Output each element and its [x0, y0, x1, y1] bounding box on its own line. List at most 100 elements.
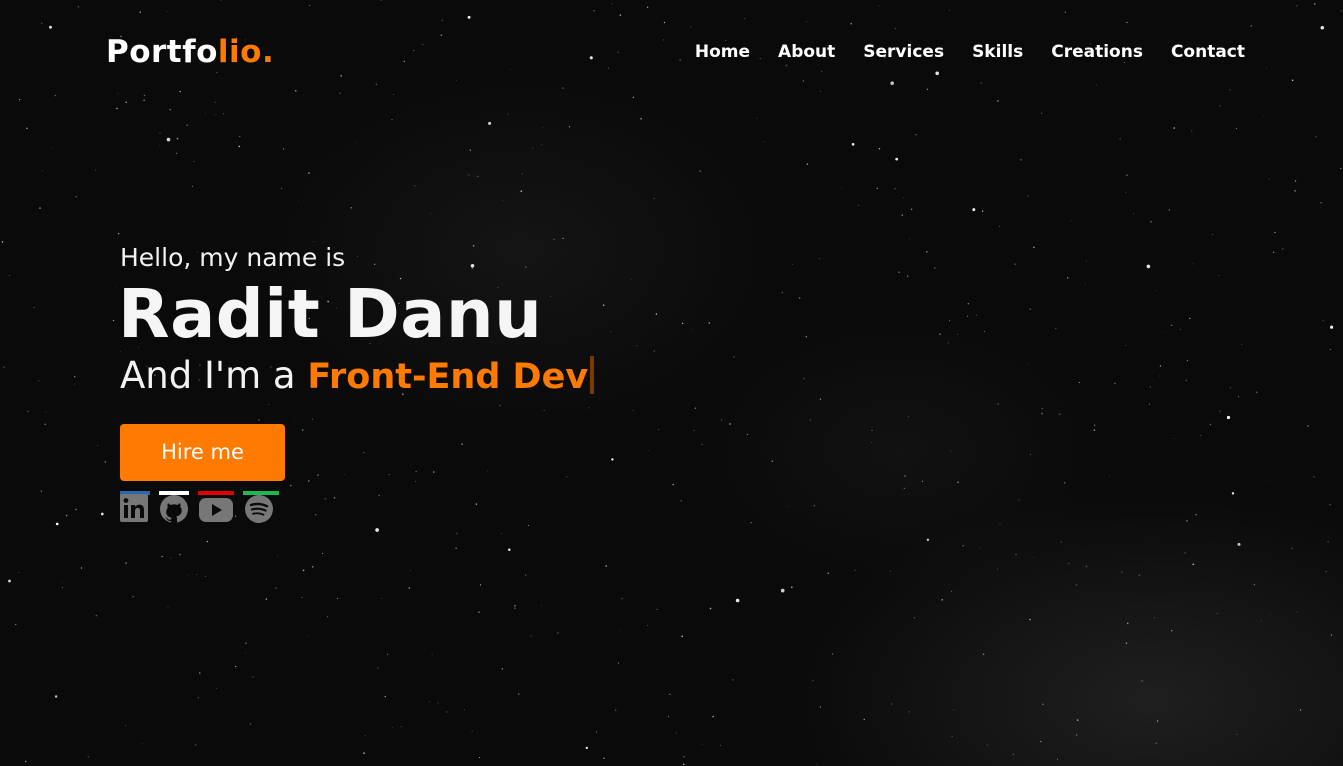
star: [972, 208, 976, 212]
star: [456, 79, 458, 81]
star: [530, 635, 532, 637]
nav-item-contact[interactable]: Contact: [1171, 38, 1245, 66]
star: [44, 423, 46, 425]
star: [813, 505, 815, 507]
star: [409, 570, 411, 571]
star: [1209, 423, 1212, 426]
star: [653, 197, 655, 200]
star: [903, 487, 905, 489]
star: [902, 197, 904, 199]
nav-item-home[interactable]: Home: [695, 38, 750, 66]
star: [672, 483, 674, 486]
star: [680, 500, 682, 502]
star: [746, 433, 748, 435]
nav-item-creations[interactable]: Creations: [1051, 38, 1143, 66]
star: [541, 604, 543, 606]
star: [1058, 413, 1061, 415]
star: [1041, 408, 1043, 410]
star: [41, 170, 43, 172]
star: [283, 148, 285, 150]
star: [827, 572, 829, 574]
star: [403, 60, 406, 63]
nav-item-about[interactable]: About: [778, 38, 835, 66]
star: [951, 736, 953, 738]
star: [907, 415, 909, 417]
star: [104, 461, 107, 463]
star: [658, 429, 660, 431]
nav-item-services[interactable]: Services: [863, 38, 944, 66]
star: [391, 119, 393, 120]
star: [1, 241, 4, 243]
star: [186, 124, 188, 126]
star: [297, 201, 299, 202]
star: [1330, 634, 1333, 636]
star: [1268, 481, 1270, 483]
star: [440, 34, 443, 37]
spotify-icon: [245, 495, 273, 523]
star: [1296, 611, 1298, 613]
star: [380, 0, 382, 1]
hire-me-button[interactable]: Hire me: [120, 424, 285, 481]
star: [750, 522, 752, 524]
star: [926, 88, 929, 90]
star: [1195, 513, 1197, 516]
star: [701, 443, 703, 445]
star: [1020, 159, 1022, 161]
star: [166, 137, 171, 142]
star: [488, 121, 492, 125]
star: [377, 667, 379, 669]
star: [1237, 542, 1241, 546]
star: [1327, 541, 1329, 543]
star: [898, 271, 900, 273]
star: [391, 727, 393, 729]
star: [213, 114, 215, 116]
site-logo[interactable]: Portfolio.: [106, 30, 274, 74]
linkedin-link[interactable]: [120, 491, 150, 523]
star: [1109, 474, 1110, 476]
star: [194, 744, 197, 746]
star: [805, 336, 807, 338]
star: [308, 172, 310, 174]
star: [646, 6, 649, 8]
spotify-link[interactable]: [243, 491, 279, 523]
star: [950, 590, 953, 593]
star: [596, 731, 598, 733]
star: [507, 113, 509, 115]
star: [1014, 263, 1016, 265]
star: [1096, 84, 1098, 86]
star: [73, 375, 76, 378]
star: [819, 706, 822, 708]
star: [732, 679, 734, 681]
star: [38, 380, 40, 382]
hero-greeting: Hello, my name is: [120, 243, 346, 272]
star: [1040, 740, 1042, 743]
star: [179, 553, 181, 556]
youtube-link[interactable]: [198, 491, 234, 523]
star: [1155, 289, 1157, 291]
star: [275, 587, 277, 589]
star: [1018, 499, 1020, 501]
star: [729, 423, 731, 425]
star: [791, 586, 793, 588]
star: [52, 147, 53, 148]
star: [95, 614, 98, 617]
star: [508, 548, 511, 551]
star: [143, 94, 146, 97]
star: [1168, 209, 1171, 211]
star: [501, 668, 504, 670]
star: [117, 93, 119, 94]
star: [908, 711, 910, 713]
nav-item-skills[interactable]: Skills: [972, 38, 1023, 66]
star: [996, 568, 998, 570]
star: [771, 460, 774, 462]
star: [408, 587, 411, 589]
github-link[interactable]: [159, 491, 189, 523]
star: [921, 480, 923, 482]
star: [850, 23, 852, 25]
star: [682, 763, 685, 765]
star: [39, 207, 41, 209]
star: [1229, 387, 1231, 389]
star: [962, 544, 964, 547]
star: [1067, 277, 1069, 279]
star: [132, 596, 134, 598]
